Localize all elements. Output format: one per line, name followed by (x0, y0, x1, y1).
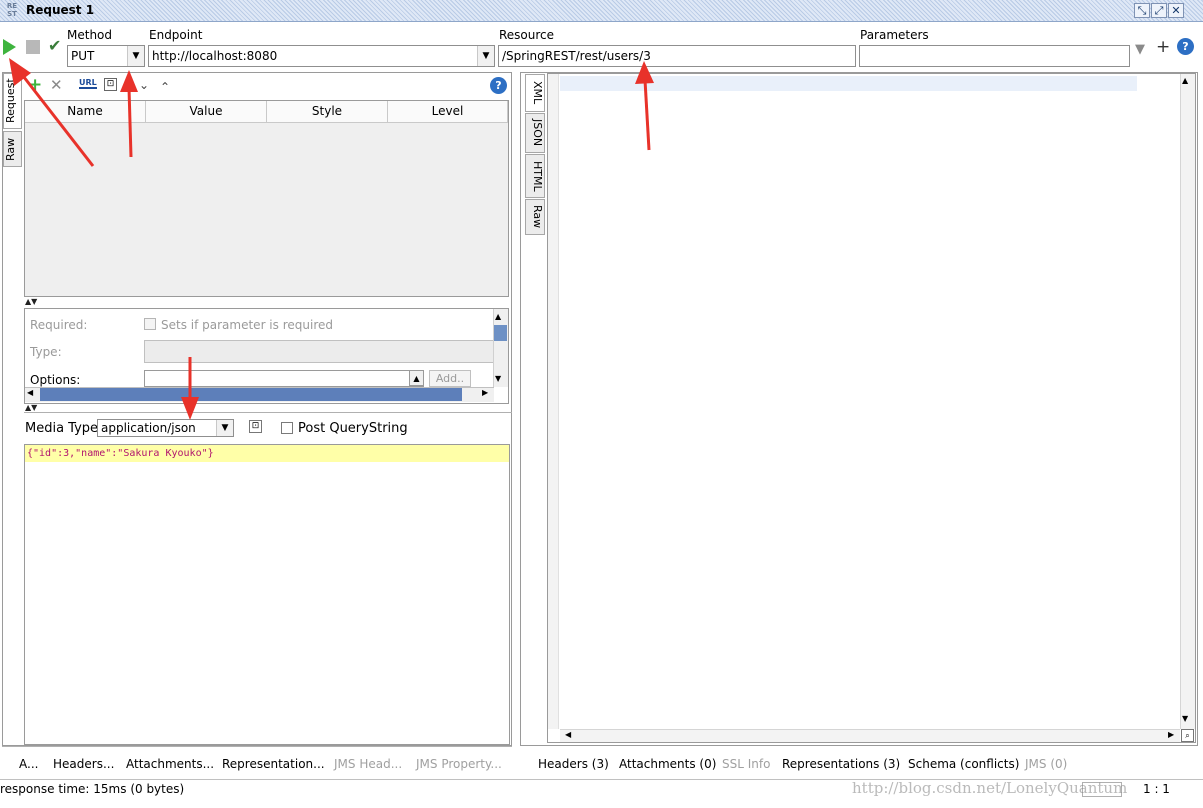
help-icon[interactable]: ? (490, 77, 507, 94)
column-header-value[interactable]: Value (146, 101, 267, 123)
required-checkbox-label: Sets if parameter is required (161, 318, 333, 332)
tab-representations[interactable]: Representations (3) (782, 757, 900, 771)
options-label: Options: (30, 373, 81, 387)
tab-jms-headers[interactable]: JMS Head... (334, 757, 402, 771)
add-param-icon[interactable]: + (28, 75, 42, 95)
tab-attachments[interactable]: Attachments... (126, 757, 214, 771)
method-label: Method (67, 28, 113, 42)
column-header-style[interactable]: Style (267, 101, 388, 123)
type-label: Type: (30, 345, 62, 359)
media-type-select[interactable]: application/json ▼ (97, 419, 234, 437)
tab-raw-right[interactable]: Raw (525, 199, 545, 235)
endpoint-value: http://localhost:8080 (152, 49, 278, 63)
scroll-right-icon[interactable]: ▶ (1168, 730, 1174, 739)
type-select[interactable] (144, 340, 494, 363)
response-current-line (560, 76, 1137, 91)
scroll-right-icon[interactable]: ▶ (482, 388, 488, 397)
scroll-up-icon[interactable]: ▲ (495, 312, 501, 321)
resource-label: Resource (499, 28, 555, 42)
tab-schema[interactable]: Schema (conflicts) (908, 757, 1019, 771)
add-option-button[interactable]: Add.. (429, 370, 471, 387)
close-icon[interactable]: ✕ (1168, 3, 1184, 18)
parameters-label: Parameters (860, 28, 929, 42)
watermark: http://blog.csdn.net/LonelyQuantum (852, 779, 1128, 797)
chevron-down-icon[interactable]: ▼ (216, 420, 233, 436)
detach-icon[interactable]: ⤡ (1134, 3, 1150, 18)
response-time: response time: 15ms (0 bytes) (0, 782, 185, 796)
line-gutter (548, 74, 559, 729)
maximize-icon[interactable]: ⤢ (1151, 3, 1167, 18)
tab-ssl-info[interactable]: SSL Info (722, 757, 770, 771)
zoom-icon[interactable]: ⌕ (1181, 729, 1194, 742)
chevron-down-icon[interactable]: ▼ (127, 46, 144, 66)
method-value: PUT (71, 49, 95, 63)
tab-xml[interactable]: XML (525, 74, 545, 112)
scroll-left-icon[interactable]: ◀ (27, 388, 33, 397)
request-body-editor[interactable] (24, 444, 510, 745)
chevron-down-icon[interactable]: ▼ (477, 46, 494, 66)
scroll-down-icon[interactable]: ▼ (495, 374, 501, 383)
cursor-position: 1 : 1 (1143, 782, 1170, 796)
splitter-icon[interactable]: ▲▼ (25, 297, 37, 306)
scroll-down-icon[interactable]: ▼ (1182, 714, 1188, 723)
cancel-request-icon[interactable] (26, 40, 40, 54)
checkmark-icon[interactable]: ✔ (48, 36, 61, 55)
post-querystring-checkbox[interactable] (281, 422, 293, 434)
move-down-icon[interactable]: ⌄ (139, 78, 149, 92)
endpoint-field[interactable]: http://localhost:8080 ▼ (148, 45, 495, 67)
params-table (24, 100, 509, 297)
column-header-level[interactable]: Level (388, 101, 508, 123)
tab-jms-property[interactable]: JMS Property... (416, 757, 502, 771)
parameters-field[interactable] (859, 45, 1130, 67)
options-field[interactable] (144, 370, 424, 387)
response-hscroll[interactable] (560, 729, 1180, 742)
remove-param-icon[interactable]: ✕ (50, 76, 63, 94)
tab-json[interactable]: JSON (525, 113, 545, 153)
splitter-icon[interactable]: ▲▼ (25, 403, 37, 412)
spin-up-icon[interactable]: ▲ (409, 370, 424, 386)
submit-request-icon[interactable] (3, 39, 16, 55)
endpoint-label: Endpoint (149, 28, 203, 42)
post-querystring-label: Post QueryString (298, 421, 408, 436)
divider (2, 746, 512, 747)
tab-headers[interactable]: Headers... (53, 757, 114, 771)
tab-representation[interactable]: Representation... (222, 757, 325, 771)
title-bar (0, 0, 1203, 22)
scroll-up-icon[interactable]: ▲ (1182, 76, 1188, 85)
tab-auth[interactable]: A... (19, 757, 38, 771)
tab-request[interactable]: Request (3, 73, 22, 129)
tab-raw-left[interactable]: Raw (3, 131, 22, 167)
media-type-label: Media Type (25, 421, 99, 436)
vscroll-thumb[interactable] (494, 325, 507, 341)
filter-icon[interactable]: ▼ (1135, 42, 1145, 57)
tab-response-attachments[interactable]: Attachments (0) (619, 757, 716, 771)
hscroll-thumb[interactable] (40, 388, 462, 401)
method-select[interactable]: PUT ▼ (67, 45, 145, 67)
column-header-name[interactable]: Name (25, 101, 146, 123)
url-icon[interactable]: URL (79, 78, 97, 89)
tab-jms[interactable]: JMS (0) (1025, 757, 1067, 771)
response-viewer[interactable] (547, 73, 1196, 743)
window-title: Request 1 (26, 3, 95, 17)
divider (24, 412, 512, 413)
response-vscroll[interactable] (1180, 74, 1195, 729)
tab-response-headers[interactable]: Headers (3) (538, 757, 609, 771)
recreate-icon[interactable]: ⊡ (249, 420, 262, 433)
resource-field[interactable]: /SpringREST/rest/users/3 (498, 45, 856, 67)
tab-html[interactable]: HTML (525, 154, 545, 198)
help-icon[interactable]: ? (1177, 38, 1194, 55)
move-up-icon[interactable]: ⌃ (160, 80, 170, 94)
required-checkbox[interactable] (144, 318, 156, 330)
rest-logo-icon: RE ST (6, 2, 18, 18)
clear-icon[interactable]: ⊡ (104, 78, 117, 91)
body-content[interactable]: {"id":3,"name":"Sakura Kyouko"} (27, 448, 214, 459)
media-type-value: application/json (101, 421, 196, 435)
scroll-left-icon[interactable]: ◀ (565, 730, 571, 739)
required-label: Required: (30, 318, 88, 332)
add-icon[interactable]: + (1156, 37, 1170, 57)
